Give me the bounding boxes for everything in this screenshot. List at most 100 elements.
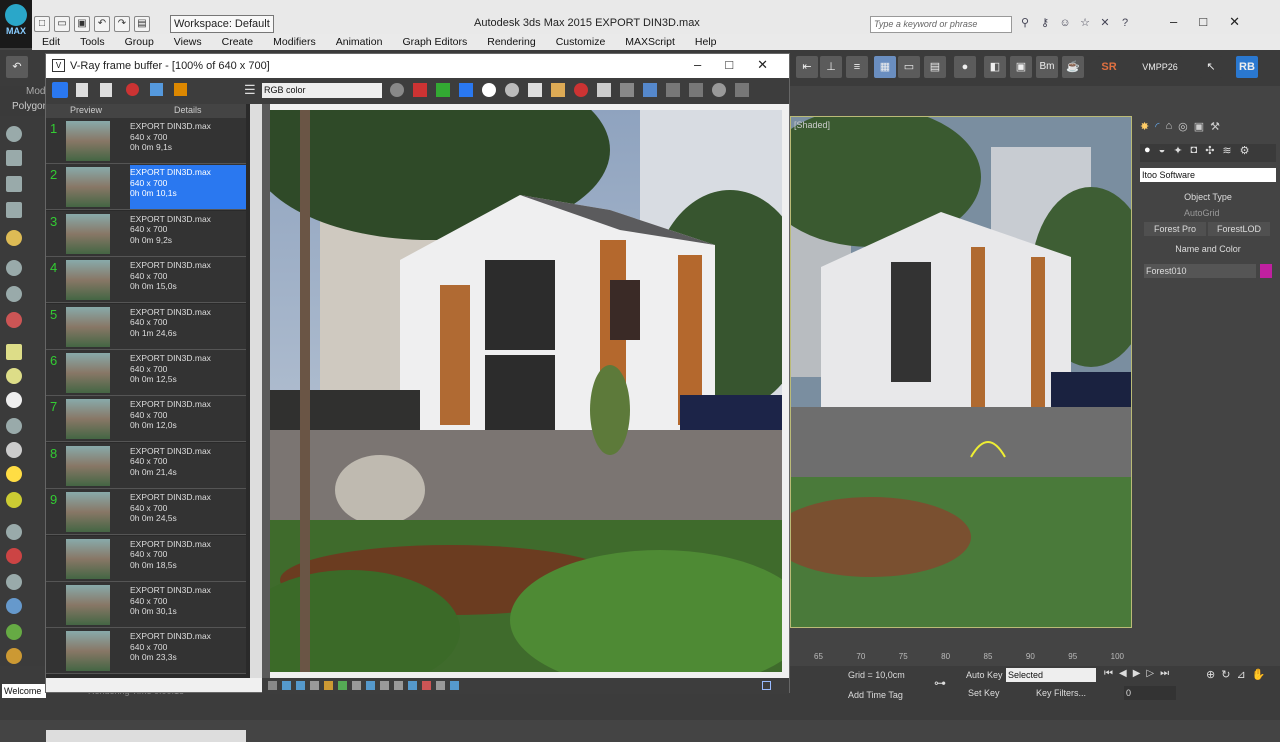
create-tab-icon[interactable]: ✸ (1140, 120, 1149, 133)
history-thumbnail[interactable] (66, 585, 110, 625)
menu-maxscript[interactable]: MAXScript (625, 34, 675, 50)
motion-tab-icon[interactable]: ◎ (1178, 120, 1188, 133)
workspace-dropdown[interactable]: Workspace: Default (170, 15, 274, 33)
systems-icon[interactable]: ⚙ (1240, 144, 1250, 162)
field-of-view-icon[interactable]: ⊿ (1236, 668, 1245, 681)
render-icon[interactable] (689, 83, 703, 97)
color-clamp-icon[interactable] (390, 83, 404, 97)
menu-views[interactable]: Views (174, 34, 202, 50)
history-row[interactable]: 9 EXPORT DIN3D.max 640 x 700 0h 0m 24,5s (46, 489, 246, 536)
scene-explorer-icon[interactable]: ▦ (874, 56, 896, 78)
bm-icon[interactable]: Bm (1036, 56, 1058, 78)
box-tool-icon[interactable] (6, 344, 22, 360)
history-toggle-icon[interactable] (52, 82, 68, 98)
alpha-channel-icon[interactable] (482, 83, 496, 97)
key-icon[interactable]: ⊶ (934, 676, 946, 690)
track-mouse-icon[interactable] (597, 83, 611, 97)
history-row[interactable]: EXPORT DIN3D.max 640 x 700 0h 0m 23,3s (46, 628, 246, 675)
region-render-icon[interactable] (620, 83, 634, 97)
cone-tool-icon[interactable] (6, 442, 22, 458)
history-thumbnail[interactable] (66, 260, 110, 301)
search-input[interactable]: Type a keyword or phrase (870, 16, 1012, 33)
curves-icon[interactable] (352, 681, 361, 690)
add-time-tag[interactable]: Add Time Tag (848, 690, 903, 700)
history-row[interactable]: 4 EXPORT DIN3D.max 640 x 700 0h 0m 15,0s (46, 257, 246, 304)
details-column-header[interactable]: Details (174, 105, 202, 115)
shapes-icon[interactable]: ◒ (1159, 144, 1166, 162)
modify-tab-icon[interactable]: ◜ (1155, 120, 1159, 133)
red-channel-icon[interactable] (413, 83, 427, 97)
menu-tools[interactable]: Tools (80, 34, 105, 50)
history-thumbnail[interactable] (66, 353, 110, 393)
menu-modifiers[interactable]: Modifiers (273, 34, 316, 50)
history-scrollbar[interactable] (250, 104, 262, 678)
sun-tool-icon[interactable] (6, 466, 22, 482)
hp-tool-icon[interactable] (6, 648, 22, 664)
viewport-label[interactable]: [Shaded] (794, 120, 830, 130)
help-icon[interactable]: ? (1118, 16, 1132, 30)
green-channel-icon[interactable] (436, 83, 450, 97)
goto-end-icon[interactable]: ⏭ (1160, 668, 1169, 679)
stop-render-icon[interactable] (666, 83, 680, 97)
load-history-icon[interactable] (100, 83, 112, 97)
helpers-icon[interactable]: ✣ (1205, 144, 1214, 162)
minimize-icon[interactable]: – (1170, 14, 1177, 30)
history-row[interactable]: 3 EXPORT DIN3D.max 640 x 700 0h 0m 9,2s (46, 210, 246, 257)
prev-frame-icon[interactable]: ◀ (1119, 668, 1127, 679)
menu-create[interactable]: Create (222, 34, 254, 50)
history-row[interactable]: 8 EXPORT DIN3D.max 640 x 700 0h 0m 21,4s (46, 442, 246, 489)
app-logo[interactable]: MAX (0, 0, 32, 48)
compare-a-icon[interactable] (150, 83, 163, 96)
history-row[interactable]: EXPORT DIN3D.max 640 x 700 0h 0m 18,5s (46, 535, 246, 582)
preview-column-header[interactable]: Preview (70, 105, 102, 115)
menu-icon[interactable]: ☰ (244, 82, 256, 98)
compare-b-icon[interactable] (174, 83, 187, 96)
remove-history-icon[interactable] (126, 83, 139, 96)
icc-icon[interactable] (394, 681, 403, 690)
goto-start-icon[interactable]: ⏮ (1104, 668, 1113, 679)
teapot-tool-icon[interactable] (6, 126, 22, 142)
mono-icon[interactable] (505, 83, 519, 97)
vfb-minimize-icon[interactable]: – (694, 57, 701, 73)
new-file-icon[interactable]: □ (34, 16, 50, 32)
stereo-icon[interactable] (450, 681, 459, 690)
key-icon[interactable]: ⚷ (1038, 16, 1052, 30)
history-hscrollbar[interactable] (46, 730, 246, 742)
spacewarps-icon[interactable]: ≋ (1222, 144, 1231, 162)
menu-graph-editors[interactable]: Graph Editors (402, 34, 467, 50)
user-icon[interactable]: ☺ (1058, 16, 1072, 30)
object-type-rollout[interactable]: Object Type (1140, 192, 1276, 202)
save-icon[interactable]: ▣ (74, 16, 90, 32)
undo-icon[interactable]: ↶ (94, 16, 110, 32)
history-thumbnail[interactable] (66, 631, 110, 672)
history-row[interactable]: 6 EXPORT DIN3D.max 640 x 700 0h 0m 12,5s (46, 350, 246, 396)
more-icon[interactable] (735, 83, 749, 97)
cylinder-tool-icon[interactable] (6, 368, 22, 384)
display-tab-icon[interactable]: ▣ (1194, 120, 1204, 133)
cameras-icon[interactable]: ◘ (1191, 144, 1198, 162)
close-icon[interactable]: ✕ (1229, 14, 1240, 30)
grass-tool-icon[interactable] (6, 624, 22, 640)
history-thumbnail[interactable] (66, 492, 110, 533)
camera-tool-icon[interactable] (6, 150, 22, 166)
geometry-icon[interactable]: ● (1144, 144, 1151, 162)
background-icon[interactable] (366, 681, 375, 690)
utilities-tab-icon[interactable]: ⚒ (1210, 120, 1220, 133)
globe-tool-icon[interactable] (6, 598, 22, 614)
curve-editor-icon[interactable]: ▭ (898, 56, 920, 78)
name-color-rollout[interactable]: Name and Color (1140, 244, 1276, 254)
cursor-icon[interactable]: ↖ (1200, 56, 1222, 78)
maxscript-listener[interactable]: Welcome (2, 684, 46, 698)
exchange-icon[interactable]: ✕ (1098, 16, 1112, 30)
frame-input[interactable]: 0 (1124, 686, 1176, 700)
history-thumbnail[interactable] (66, 306, 110, 347)
history-row[interactable]: 7 EXPORT DIN3D.max 640 x 700 0h 0m 12,0s (46, 396, 246, 443)
forest-pro-button[interactable]: Forest Pro (1144, 222, 1206, 236)
sphere-white-icon[interactable] (6, 392, 22, 408)
vfb-close-icon[interactable]: ✕ (757, 57, 768, 73)
auto-key-button[interactable]: Auto Key (966, 670, 1003, 680)
undo-toolbar-icon[interactable]: ↶ (6, 56, 28, 78)
material-editor-icon[interactable]: ● (954, 56, 976, 78)
vfb-maximize-icon[interactable]: □ (725, 57, 733, 73)
maximize-icon[interactable]: □ (1199, 14, 1207, 30)
